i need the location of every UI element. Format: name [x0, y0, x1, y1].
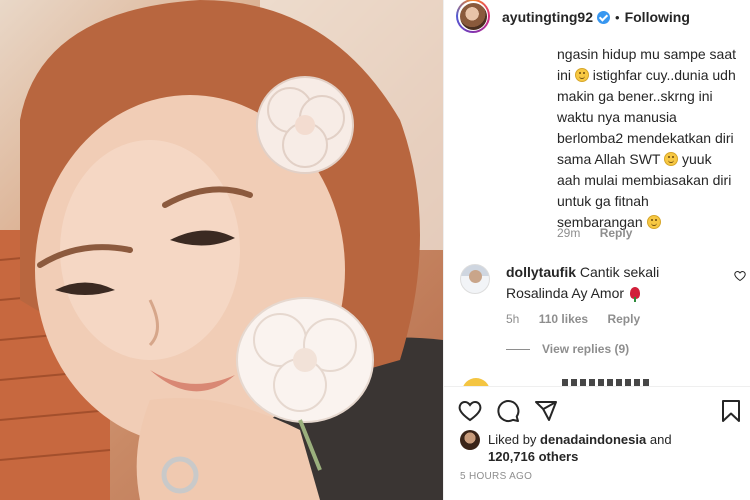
- post-timestamp[interactable]: 5 HOURS AGO: [460, 471, 532, 482]
- post-photo[interactable]: [0, 0, 443, 500]
- view-replies-button[interactable]: View replies (9): [506, 342, 629, 356]
- comment-likes[interactable]: 110 likes: [539, 312, 588, 326]
- post-actions: Liked by denadaindonesia and 120,716 oth…: [444, 386, 750, 500]
- liked-by-username[interactable]: denadaindonesia: [540, 432, 646, 447]
- reply-comment-text: ngasin hidup mu sampe saat ini istighfar…: [557, 46, 736, 230]
- commenter-avatar[interactable]: [460, 264, 490, 294]
- bookmark-icon[interactable]: [719, 399, 743, 423]
- liked-by: Liked by denadaindonesia and 120,716 oth…: [460, 430, 718, 465]
- liked-by-avatar[interactable]: [460, 430, 480, 450]
- smiling-face-icon: [664, 152, 679, 166]
- header-separator: •: [615, 9, 620, 25]
- verified-badge-icon: [597, 10, 611, 24]
- rose-icon: [629, 287, 640, 302]
- reply-comment-time[interactable]: 29m: [557, 226, 580, 240]
- photo-illustration: [0, 0, 443, 500]
- author-username[interactable]: ayutingting92: [502, 9, 593, 25]
- share-icon[interactable]: [534, 399, 558, 423]
- comment-time[interactable]: 5h: [506, 312, 519, 326]
- heart-icon[interactable]: [458, 399, 482, 423]
- author-avatar[interactable]: [456, 0, 490, 33]
- next-commenter-avatar[interactable]: [462, 378, 490, 386]
- comments-list[interactable]: ngasin hidup mu sampe saat ini istighfar…: [444, 34, 750, 386]
- view-replies-line: [506, 348, 530, 350]
- liked-by-text: Liked by denadaindonesia and 120,716 oth…: [488, 432, 672, 464]
- post-side-panel: ayutingting92 • Following ngasin hidup m…: [443, 0, 750, 500]
- action-icons: [458, 399, 558, 423]
- comment-reply-button[interactable]: Reply: [607, 312, 640, 326]
- post-header: ayutingting92 • Following: [444, 0, 750, 34]
- reply-comment-meta: 29m Reply: [557, 226, 648, 240]
- likes-count[interactable]: 120,716 others: [488, 449, 578, 464]
- commenter-username[interactable]: dollytaufik: [506, 264, 576, 280]
- following-button[interactable]: Following: [625, 9, 690, 25]
- comment-like-heart-icon[interactable]: [734, 270, 746, 282]
- comment-icon[interactable]: [496, 399, 520, 423]
- smiling-face-icon: [646, 215, 661, 229]
- smiling-face-icon: [574, 68, 589, 82]
- comment-body: dollytaufik Cantik sekali Rosalinda Ay A…: [506, 262, 706, 304]
- next-comment-text: [562, 379, 652, 386]
- reply-button[interactable]: Reply: [600, 226, 633, 240]
- comment-meta: 5h 110 likes Reply: [506, 312, 656, 326]
